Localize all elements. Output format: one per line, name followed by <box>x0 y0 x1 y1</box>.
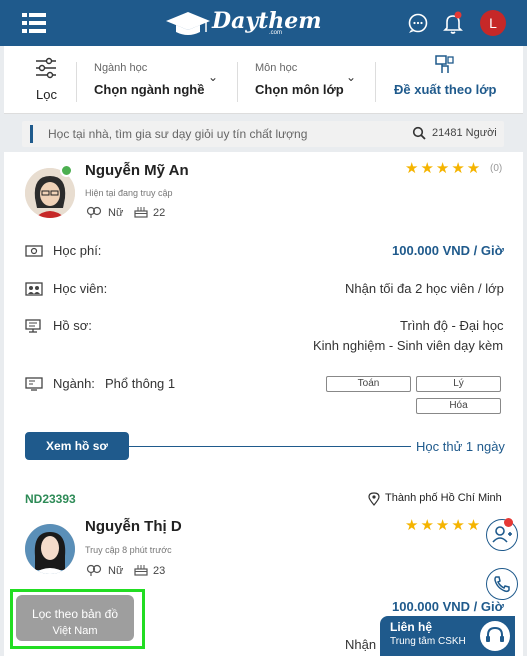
divider <box>237 62 238 102</box>
contact-title: Liên hệ <box>390 620 433 634</box>
money-icon <box>25 245 43 257</box>
add-friend-button[interactable] <box>486 519 518 551</box>
students-label: Học viên: <box>53 281 108 296</box>
tutor-location: Thành phố Hồ Chí Minh <box>385 492 502 504</box>
chevron-down-icon[interactable]: ⌄ <box>346 70 356 84</box>
location-pin-icon <box>368 492 380 506</box>
trial-label: Học thử 1 ngày <box>416 439 505 454</box>
logo[interactable]: Daythem .com <box>166 8 322 40</box>
map-filter-region: Việt Nam <box>52 625 98 637</box>
profile-icon <box>25 319 41 333</box>
tutor-status: Truy cập 8 phút trước <box>85 545 172 555</box>
subject-select[interactable]: Chọn môn lớp <box>255 82 344 97</box>
fee-value: 100.000 VND / Giờ <box>392 599 504 614</box>
tutor-age: 22 <box>153 207 166 219</box>
filter-label[interactable]: Lọc <box>36 87 57 102</box>
online-status-dot <box>60 164 73 177</box>
result-count: 21481 Người <box>432 127 497 139</box>
search-icon[interactable] <box>412 126 426 140</box>
logo-domain: .com <box>269 30 283 36</box>
search-accent-bar <box>30 125 33 143</box>
major-select-title: Ngành học <box>94 62 148 74</box>
contact-support-button[interactable]: Liên hệ Trung tâm CSKH <box>380 616 515 656</box>
suggest-class-icon[interactable] <box>433 54 455 76</box>
fee-value: 100.000 VND / Giờ <box>392 243 504 258</box>
profile-level: Trình độ - Đại học <box>400 318 504 333</box>
major-select[interactable]: Chọn ngành nghề <box>94 82 204 97</box>
menu-icon[interactable] <box>22 12 46 34</box>
birthday-cake-icon <box>134 565 148 576</box>
divider <box>76 62 77 102</box>
view-profile-button[interactable]: Xem hồ sơ <box>25 432 129 460</box>
chevron-down-icon[interactable]: ⌄ <box>208 70 218 84</box>
birthday-cake-icon <box>134 207 148 218</box>
contact-subtitle: Trung tâm CSKH <box>390 636 466 647</box>
subject-select-title: Môn học <box>255 62 298 74</box>
suggest-by-class-button[interactable]: Đề xuất theo lớp <box>394 82 496 97</box>
filter-bar: Lọc Ngành học Chọn ngành nghề ⌄ Môn học … <box>4 46 523 114</box>
profile-experience: Kinh nghiệm - Sinh viên dạy kèm <box>313 338 504 353</box>
profile-label: Hồ sơ: <box>53 318 92 333</box>
tutor-gender: Nữ <box>108 565 124 577</box>
subject-tag[interactable]: Hóa <box>416 398 501 414</box>
students-value: Nhận tối đa 2 học viên / lớp <box>345 281 504 296</box>
fee-label: Học phí: <box>53 243 102 258</box>
notification-dot <box>504 518 513 527</box>
map-filter-button[interactable]: Lọc theo bản đồ Việt Nam <box>16 595 134 641</box>
tutor-name[interactable]: Nguyễn Mỹ An <box>85 162 189 179</box>
top-header: Daythem .com L <box>0 0 527 46</box>
students-value: Nhận <box>345 637 377 652</box>
rating-count: (0) <box>490 163 503 174</box>
tutor-photo <box>25 524 75 574</box>
search-bar[interactable]: Học tại nhà, tìm gia sư dạy giỏi uy tín … <box>22 121 504 147</box>
phone-icon <box>494 576 510 593</box>
students-icon <box>25 282 43 296</box>
tutor-status: Hiện tại đang truy cập <box>85 188 173 198</box>
major-icon <box>25 377 43 391</box>
logo-text: Daythem <box>212 8 322 34</box>
tutor-avatar[interactable] <box>25 524 75 574</box>
rating-stars: ★★★★★ <box>405 517 483 534</box>
map-filter-highlight: Lọc theo bản đồ Việt Nam <box>10 589 145 649</box>
gender-icon <box>86 206 102 218</box>
user-avatar[interactable]: L <box>480 10 506 36</box>
tutor-name[interactable]: Nguyễn Thị D <box>85 518 182 535</box>
major-value: Phổ thông 1 <box>105 376 176 391</box>
tutor-list: Nguyễn Mỹ An Hiện tại đang truy cập Nữ 2… <box>4 152 523 656</box>
filter-sliders-icon[interactable] <box>34 56 58 80</box>
subject-tag[interactable]: Toán <box>326 376 411 392</box>
tutor-age: 23 <box>153 565 166 577</box>
subject-tag[interactable]: Lý <box>416 376 501 392</box>
notification-bell-icon[interactable] <box>441 11 465 35</box>
major-label: Ngành: <box>53 376 95 391</box>
tutor-gender: Nữ <box>108 207 124 219</box>
map-filter-title: Lọc theo bản đồ <box>31 607 119 621</box>
headset-icon <box>480 621 510 651</box>
call-button[interactable] <box>486 568 518 600</box>
search-input[interactable]: Học tại nhà, tìm gia sư dạy giỏi uy tín … <box>48 127 307 141</box>
chat-icon[interactable] <box>406 11 430 35</box>
divider <box>375 62 376 102</box>
tutor-code: ND23393 <box>25 492 76 506</box>
divider <box>129 446 411 447</box>
rating-stars: ★★★★★ <box>405 160 483 177</box>
graduation-cap-icon <box>166 12 210 35</box>
gender-icon <box>86 564 102 576</box>
